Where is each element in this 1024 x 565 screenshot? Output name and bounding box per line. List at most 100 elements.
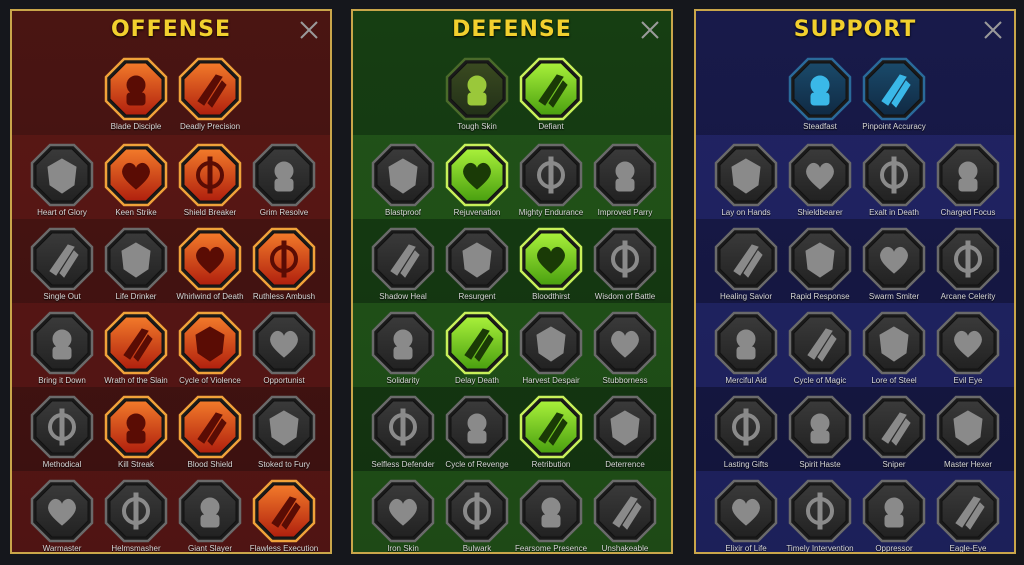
skill-lore-of-steel[interactable]: Lore of Steel (856, 311, 932, 385)
skill-label: Single Out (43, 292, 81, 301)
skill-rapid-response[interactable]: Rapid Response (782, 227, 858, 301)
skill-cycle-of-revenge[interactable]: Cycle of Revenge (439, 395, 515, 469)
skill-evil-eye[interactable]: Evil Eye (930, 311, 1006, 385)
close-icon[interactable] (982, 19, 1004, 41)
crossed-swords-icon (104, 57, 168, 121)
skill-label: Wisdom of Battle (594, 292, 656, 301)
skill-pinpoint-accuracy[interactable]: Pinpoint Accuracy (856, 57, 932, 131)
skill-blastproof[interactable]: Blastproof (365, 143, 441, 217)
skill-stubborness[interactable]: Stubborness (587, 311, 663, 385)
skill-mighty-endurance[interactable]: Mighty Endurance (513, 143, 589, 217)
skill-timely-intervention[interactable]: Timely Intervention (782, 479, 858, 552)
skill-delay-death[interactable]: Delay Death (439, 311, 515, 385)
skill-spirit-haste[interactable]: Spirit Haste (782, 395, 858, 469)
skill-harvest-despair[interactable]: Harvest Despair (513, 311, 589, 385)
skill-defiant[interactable]: Defiant (513, 57, 589, 131)
skill-master-hexer[interactable]: Master Hexer (930, 395, 1006, 469)
armored-knight-icon (445, 227, 509, 291)
fanged-mouth-icon (104, 227, 168, 291)
skill-tough-skin[interactable]: Tough Skin (439, 57, 515, 131)
wounded-figure-icon (371, 227, 435, 291)
skill-deterrence[interactable]: Deterrence (587, 395, 663, 469)
skill-deadly-precision[interactable]: Deadly Precision (172, 57, 248, 131)
skill-oppressor[interactable]: Oppressor (856, 479, 932, 552)
skill-label: Sniper (882, 460, 906, 469)
skill-charged-focus[interactable]: Charged Focus (930, 143, 1006, 217)
skill-arcane-celerity[interactable]: Arcane Celerity (930, 227, 1006, 301)
skill-solidarity[interactable]: Solidarity (365, 311, 441, 385)
skill-single-out[interactable]: Single Out (24, 227, 100, 301)
skill-resurgent[interactable]: Resurgent (439, 227, 515, 301)
skill-label: Cycle of Magic (793, 376, 847, 385)
skill-grim-resolve[interactable]: Grim Resolve (246, 143, 322, 217)
skill-kill-streak[interactable]: Kill Streak (98, 395, 174, 469)
skill-lay-on-hands[interactable]: Lay on Hands (708, 143, 784, 217)
skill-rejuvenation[interactable]: Rejuvenation (439, 143, 515, 217)
skill-label: Healing Savior (719, 292, 773, 301)
skill-blood-shield[interactable]: Blood Shield (172, 395, 248, 469)
skill-sniper[interactable]: Sniper (856, 395, 932, 469)
skill-label: Cycle of Violence (179, 376, 241, 385)
skill-healing-savior[interactable]: Healing Savior (708, 227, 784, 301)
skill-improved-parry[interactable]: Improved Parry (587, 143, 663, 217)
skill-blade-disciple[interactable]: Blade Disciple (98, 57, 174, 131)
skill-cycle-of-magic[interactable]: Cycle of Magic (782, 311, 858, 385)
skill-shieldbearer[interactable]: Shieldbearer (782, 143, 858, 217)
skill-cycle-of-violence[interactable]: Cycle of Violence (172, 311, 248, 385)
skill-swarm-smiter[interactable]: Swarm Smiter (856, 227, 932, 301)
skill-elixir-of-life[interactable]: Elixir of Life (708, 479, 784, 553)
skill-label: Mighty Endurance (518, 208, 584, 217)
skill-giant-slayer[interactable]: Giant Slayer (172, 479, 248, 553)
skill-label: Giant Slayer (187, 544, 233, 553)
skill-label: Lore of Steel (871, 376, 917, 385)
skill-heart-of-glory[interactable]: Heart of Glory (24, 143, 100, 217)
winged-boot-icon (788, 395, 852, 459)
giant-demon-icon (178, 479, 242, 543)
skill-retribution[interactable]: Retribution (513, 395, 589, 469)
voodoo-doll-icon (936, 395, 1000, 459)
skill-steadfast[interactable]: Steadfast (782, 57, 858, 131)
skill-label: Flawless Execution (249, 544, 319, 553)
triple-skull-icon (104, 395, 168, 459)
skill-label: Blood Shield (187, 460, 233, 469)
skill-flawless-execution[interactable]: Flawless Execution (246, 479, 322, 553)
skill-merciful-aid[interactable]: Merciful Aid (708, 311, 784, 385)
skill-wrath-of-the-slain[interactable]: Wrath of the Slain (98, 311, 174, 385)
skill-stoked-to-fury[interactable]: Stoked to Fury (246, 395, 322, 469)
radiant-skull-icon (519, 395, 583, 459)
sparkling-sword-icon (30, 479, 94, 543)
skill-helmsmasher[interactable]: Helmsmasher (98, 479, 174, 552)
skill-bulwark[interactable]: Bulwark (439, 479, 515, 552)
skill-warmaster[interactable]: Warmaster (24, 479, 100, 552)
skill-ruthless-ambush[interactable]: Ruthless Ambush (246, 227, 322, 301)
skill-exalt-in-death[interactable]: Exalt in Death (856, 143, 932, 217)
target-arrow-icon (862, 57, 926, 121)
crossed-blades-icon (593, 143, 657, 207)
skill-shield-breaker[interactable]: Shield Breaker (172, 143, 248, 217)
skill-methodical[interactable]: Methodical (24, 395, 100, 469)
healing-figure-icon (714, 227, 778, 291)
skill-lasting-gifts[interactable]: Lasting Gifts (708, 395, 784, 469)
skill-unshakeable[interactable]: Unshakeable (587, 479, 663, 552)
skill-selfless-defender[interactable]: Selfless Defender (365, 395, 441, 469)
skill-eagle-eye[interactable]: Eagle-Eye (930, 479, 1006, 552)
skill-shadow-heal[interactable]: Shadow Heal (365, 227, 441, 301)
skill-bloodthirst[interactable]: Bloodthirst (513, 227, 589, 301)
skill-opportunist[interactable]: Opportunist (246, 311, 322, 385)
axe-cycle-icon (178, 311, 242, 375)
skill-fearsome-presence[interactable]: Fearsome Presence (513, 479, 589, 552)
skill-iron-skin[interactable]: Iron Skin (365, 479, 441, 552)
broken-shield-icon (178, 143, 242, 207)
skill-whirlwind-of-death[interactable]: Whirlwind of Death (172, 227, 248, 301)
skill-keen-strike[interactable]: Keen Strike (98, 143, 174, 217)
offense-title: OFFENSE (110, 17, 232, 42)
skill-life-drinker[interactable]: Life Drinker (98, 227, 174, 301)
close-icon[interactable] (298, 19, 320, 41)
shield-dash-icon (371, 395, 435, 459)
skill-bring-it-down[interactable]: Bring it Down (24, 311, 100, 385)
close-icon[interactable] (639, 19, 661, 41)
skill-wisdom-of-battle[interactable]: Wisdom of Battle (587, 227, 663, 301)
defense-title: DEFENSE (452, 17, 572, 42)
skill-label: Elixir of Life (725, 544, 767, 553)
raging-figure-icon (252, 395, 316, 459)
